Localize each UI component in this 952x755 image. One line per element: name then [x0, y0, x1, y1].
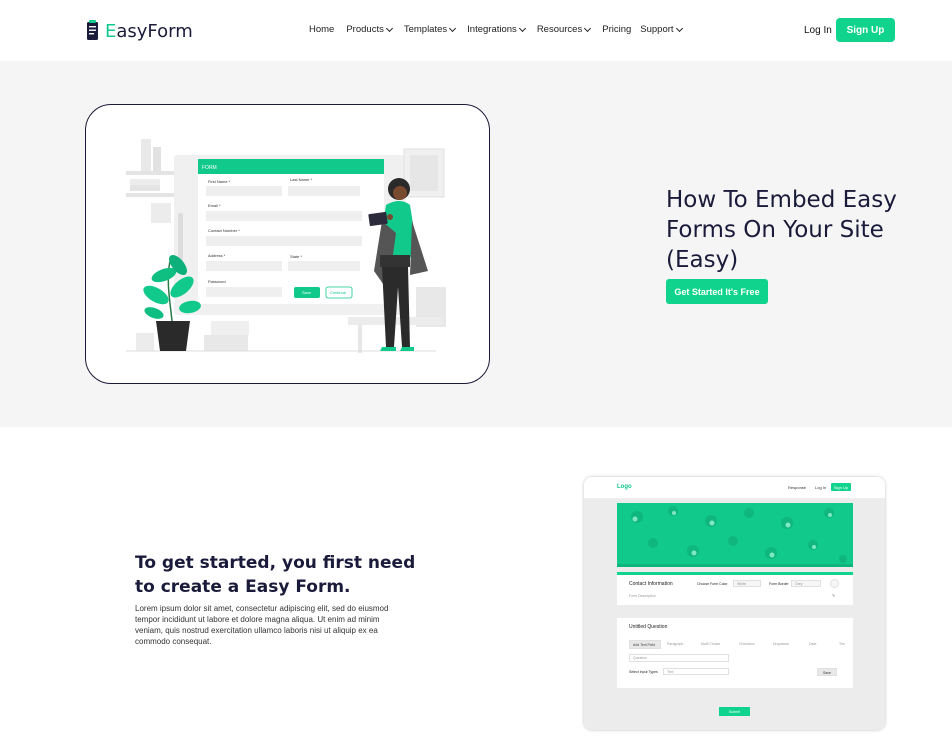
choose-color-label: Choose Form Color [697, 582, 728, 586]
question-save-button[interactable]: Save [817, 668, 837, 676]
tab-add-text-field[interactable]: Add Text Field [629, 640, 661, 649]
chevron-down-icon [584, 24, 592, 32]
banner-pattern [631, 506, 847, 563]
form-description: Form Description [629, 594, 656, 598]
border-select[interactable]: Grey [791, 580, 821, 587]
chevron-down-icon [675, 24, 683, 32]
illustration-continue-button: Continue [330, 290, 347, 295]
tab-multi-choice[interactable]: Multi Choice [701, 642, 720, 646]
select-input-label: Select Input Types [629, 670, 658, 674]
tab-dropdown[interactable]: Dropdown [773, 642, 789, 646]
nav-products[interactable]: Products [346, 24, 393, 35]
preview-navbar: Logo Response Log In Sign Up [584, 477, 885, 499]
preview-banner [617, 503, 853, 567]
question-title: Untitled Question [629, 624, 668, 630]
banner-bottom-bar [617, 564, 853, 567]
nav-home[interactable]: Home [309, 24, 334, 35]
question-input[interactable]: Question [629, 654, 729, 662]
chevron-down-icon [449, 24, 457, 32]
signup-button[interactable]: Sign Up [836, 18, 895, 42]
illustration-label: Address * [208, 253, 226, 258]
illustration-form-header: FORM [202, 165, 217, 171]
illustration-label: Last Name * [290, 177, 312, 182]
preview-logo: Logo [617, 484, 632, 490]
preview-signup-button: Sign Up [831, 483, 851, 491]
nav-templates[interactable]: Templates [404, 24, 457, 35]
preview-responses-link: Response [788, 485, 807, 490]
illustration-label: Email * [208, 203, 221, 208]
illustration-save-button: Save [302, 290, 312, 295]
preview-submit-button: Submit [719, 707, 750, 716]
form-builder-preview: Logo Response Log In Sign Up Contact Inf… [584, 477, 885, 730]
chevron-down-icon [385, 24, 393, 32]
question-card: Untitled Question Add Text Field Paragra… [617, 618, 853, 688]
brand-name: EasyForm [105, 20, 193, 42]
form-illustration: FORM First Name * Last Name * Email * Co… [126, 139, 446, 353]
top-navbar: EasyForm Home Products Templates Integra… [0, 0, 952, 61]
tab-checkbox[interactable]: Checkbox [739, 642, 755, 646]
get-started-button[interactable]: Get Started It's Free [666, 279, 768, 304]
tab-paragraph[interactable]: Paragraph [667, 642, 683, 646]
form-border-label: Form Border [769, 582, 789, 586]
chevron-down-icon [518, 24, 526, 32]
preview-body: Contact Information Choose Form Color Wh… [584, 499, 885, 730]
logo-icon [85, 20, 101, 42]
color-select[interactable]: White [733, 580, 761, 587]
illustration-label: State * [290, 254, 302, 259]
login-link[interactable]: Log In [804, 25, 832, 36]
nav-pricing[interactable]: Pricing [602, 24, 631, 35]
nav-integrations[interactable]: Integrations [467, 24, 526, 35]
contact-title: Contact Information [629, 581, 673, 587]
add-icon[interactable] [830, 579, 839, 588]
input-type-select[interactable]: Text [663, 668, 729, 675]
nav-support[interactable]: Support [640, 24, 683, 35]
tab-time[interactable]: Tim [839, 642, 845, 646]
illustration-label: First Name * [208, 179, 231, 184]
hero-illustration-card: FORM First Name * Last Name * Email * Co… [85, 104, 490, 384]
edit-icon[interactable]: ✎ [832, 593, 835, 598]
tab-date[interactable]: Date [809, 642, 816, 646]
illustration-label: Password [208, 279, 226, 284]
hero-title: How To Embed Easy Forms On Your Site (Ea… [666, 187, 897, 273]
section-title: To get started, you first need to create… [135, 553, 416, 597]
preview-login-link: Log In [815, 485, 827, 490]
brand-logo[interactable]: EasyForm [85, 19, 193, 43]
section-body: Lorem ipsum dolor sit amet, consectetur … [135, 604, 389, 646]
nav-resources[interactable]: Resources [537, 24, 592, 35]
illustration-label: Contact Number * [208, 228, 240, 233]
contact-information-card: Contact Information Choose Form Color Wh… [617, 572, 853, 605]
main-menu: Home Products Templates Integrations Res… [309, 24, 694, 35]
hero-section: FORM First Name * Last Name * Email * Co… [0, 61, 952, 427]
